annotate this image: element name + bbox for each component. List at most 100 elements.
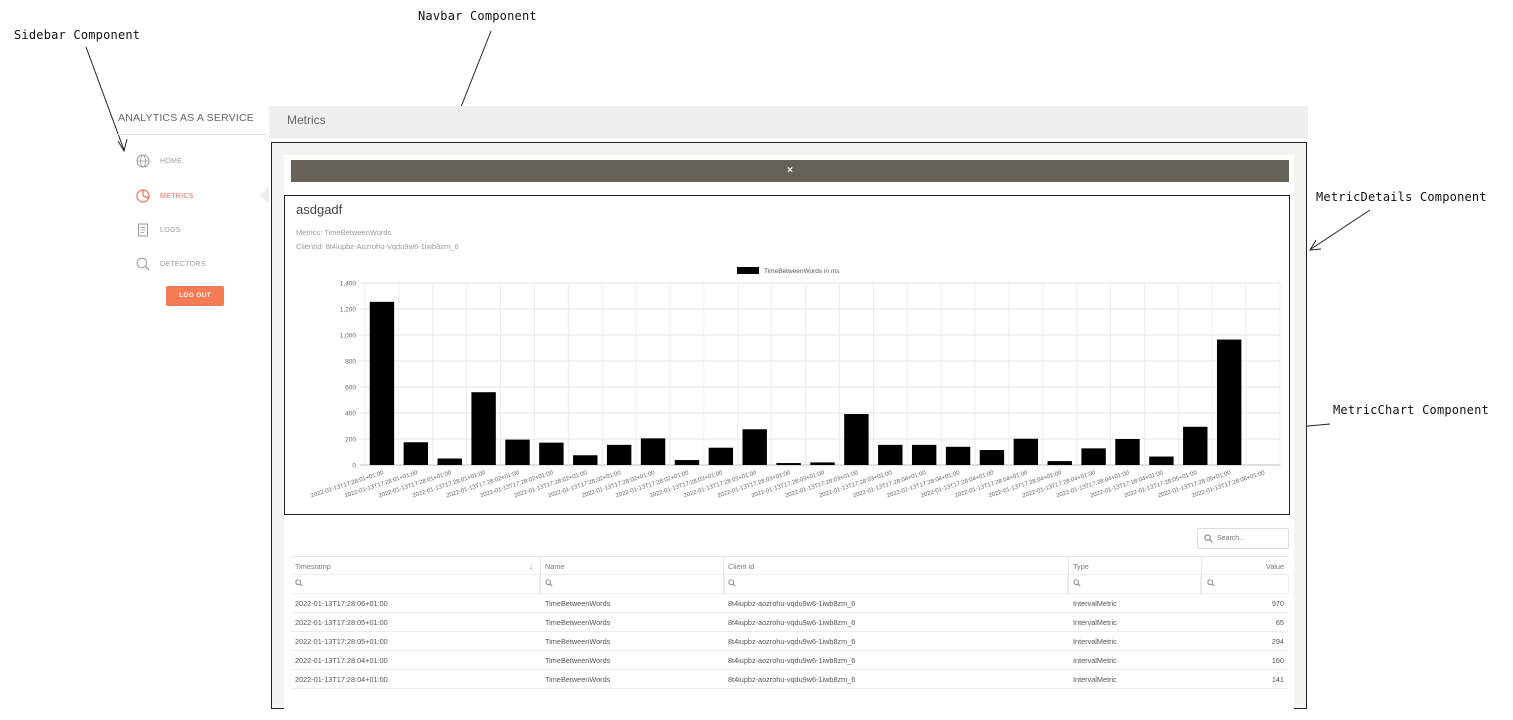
legend-label: TimeBetweenWords in ms [764, 268, 840, 275]
metric-chart: 02004006008001,0001,2001,4002022-01-13T1… [310, 267, 1281, 499]
metric-details: asdgadf Metrics: TimeBetweenWords Client… [284, 195, 1290, 515]
chart-bar [1183, 426, 1208, 465]
chart-bar [471, 392, 496, 465]
column-header-value[interactable]: Value [1203, 557, 1289, 576]
chart-bar [674, 460, 700, 465]
metric-name-line: Metrics: TimeBetweenWords [296, 228, 392, 237]
column-divider [723, 556, 724, 594]
chart-bar [573, 455, 598, 465]
search-icon [1207, 579, 1215, 587]
chart-bar [1216, 339, 1242, 465]
column-header-name[interactable]: Name [545, 557, 725, 576]
y-tick-label: 200 [345, 437, 356, 444]
navbar: Metrics [269, 106, 1308, 138]
search-icon [1204, 530, 1213, 548]
chart-bar [505, 439, 530, 465]
page-title: Metrics [287, 113, 326, 127]
y-tick-label: 400 [345, 411, 356, 418]
chart-bar [776, 463, 801, 465]
search-icon [728, 579, 736, 587]
sidebar: ANALYTICS AS A SERVICE HOME METRICS LOGS… [110, 100, 270, 320]
filter-type[interactable] [1073, 575, 1201, 594]
pie-chart-icon [136, 189, 150, 203]
cell-timestamp: 2022-01-13T17:28:04+01:00 [295, 675, 388, 684]
annotation-sidebar: Sidebar Component [14, 28, 141, 42]
cell-value: 160 [1271, 656, 1284, 665]
filter-timestamp[interactable] [295, 575, 540, 594]
logout-button[interactable]: LOG OUT [166, 286, 224, 306]
metric-title: asdgadf [296, 202, 343, 217]
table-search[interactable] [1197, 528, 1289, 549]
annotation-metric-chart: MetricChart Component [1333, 403, 1489, 417]
column-header-client-id[interactable]: Client id [728, 557, 1068, 576]
chart-bar [810, 462, 835, 465]
search-icon [136, 257, 150, 271]
table-row[interactable]: 2022-01-13T17:28:05+01:00 TimeBetweenWor… [291, 632, 1289, 651]
cell-client-id: 8t4iupbz-aozrohu-vqdu9w6-1iwb8zm_6 [728, 675, 856, 684]
chart-bar [844, 414, 869, 465]
column-divider [1068, 556, 1069, 594]
arrow-navbar [456, 30, 492, 118]
y-tick-label: 1,400 [340, 281, 357, 288]
table-row[interactable]: 2022-01-13T17:28:04+01:00 TimeBetweenWor… [291, 651, 1289, 670]
chart-bar [437, 458, 462, 465]
chart-bar [403, 442, 429, 465]
filter-value[interactable] [1203, 575, 1289, 594]
table-row[interactable]: 2022-01-13T17:28:05+01:00 TimeBetweenWor… [291, 613, 1289, 632]
table-filter-row [291, 575, 1289, 594]
cell-timestamp: 2022-01-13T17:28:05+01:00 [295, 618, 388, 627]
chart-bar [539, 442, 564, 465]
cell-type: IntervalMetric [1073, 599, 1117, 608]
metrics-table: Timestamp ↓ Name Client id Type Value 20… [291, 556, 1289, 689]
chart-bar [878, 444, 903, 465]
cell-name: TimeBetweenWords [545, 618, 611, 627]
cell-type: IntervalMetric [1073, 675, 1117, 684]
sidebar-item-label: LOGS [160, 226, 181, 234]
table-row[interactable]: 2022-01-13T17:28:06+01:00 TimeBetweenWor… [291, 594, 1289, 613]
cell-type: IntervalMetric [1073, 637, 1117, 646]
cell-timestamp: 2022-01-13T17:28:05+01:00 [295, 637, 388, 646]
chart-bar [708, 447, 734, 465]
cell-value: 141 [1271, 675, 1284, 684]
arrow-details [1310, 209, 1371, 250]
column-header-timestamp[interactable]: Timestamp [295, 557, 540, 576]
table-row[interactable]: 2022-01-13T17:28:04+01:00 TimeBetweenWor… [291, 670, 1289, 689]
cell-type: IntervalMetric [1073, 656, 1117, 665]
chart-bar [911, 444, 937, 465]
legend-swatch [737, 267, 759, 274]
chart-bar [1149, 456, 1174, 465]
close-details-button[interactable]: × [291, 160, 1289, 182]
arrow-details-head [1309, 239, 1322, 251]
y-tick-label: 1,000 [340, 333, 357, 340]
search-icon [545, 579, 553, 587]
column-header-type[interactable]: Type [1073, 557, 1201, 576]
sort-arrow-icon[interactable]: ↓ [529, 557, 533, 576]
sidebar-item-detectors[interactable]: DETECTORS [136, 254, 206, 274]
cell-name: TimeBetweenWords [545, 599, 611, 608]
chart-bar [369, 301, 395, 465]
chart-bar [606, 444, 632, 465]
chart-bar [640, 438, 666, 465]
cell-value: 970 [1271, 599, 1284, 608]
search-icon [1073, 579, 1081, 587]
search-input[interactable] [1217, 535, 1287, 542]
filter-client-id[interactable] [728, 575, 1068, 594]
cell-client-id: 8t4iupbz-aozrohu-vqdu9w6-1iwb8zm_6 [728, 599, 856, 608]
cell-client-id: 8t4iupbz-aozrohu-vqdu9w6-1iwb8zm_6 [728, 637, 856, 646]
sidebar-item-home[interactable]: HOME [136, 151, 182, 171]
column-divider [540, 556, 541, 594]
cell-client-id: 8t4iupbz-aozrohu-vqdu9w6-1iwb8zm_6 [728, 618, 856, 627]
brand-title: ANALYTICS AS A SERVICE [118, 112, 254, 124]
search-icon [295, 579, 303, 587]
cell-client-id: 8t4iupbz-aozrohu-vqdu9w6-1iwb8zm_6 [728, 656, 856, 665]
sidebar-item-logs[interactable]: LOGS [136, 220, 181, 240]
cell-type: IntervalMetric [1073, 618, 1117, 627]
sidebar-item-label: HOME [160, 157, 183, 165]
filter-name[interactable] [545, 575, 725, 594]
chart-bar [1115, 439, 1140, 465]
chart-bar [945, 446, 971, 465]
sidebar-item-metrics[interactable]: METRICS [136, 186, 194, 206]
cell-value: 294 [1271, 637, 1284, 646]
document-icon [136, 223, 150, 237]
globe-icon [136, 154, 150, 168]
